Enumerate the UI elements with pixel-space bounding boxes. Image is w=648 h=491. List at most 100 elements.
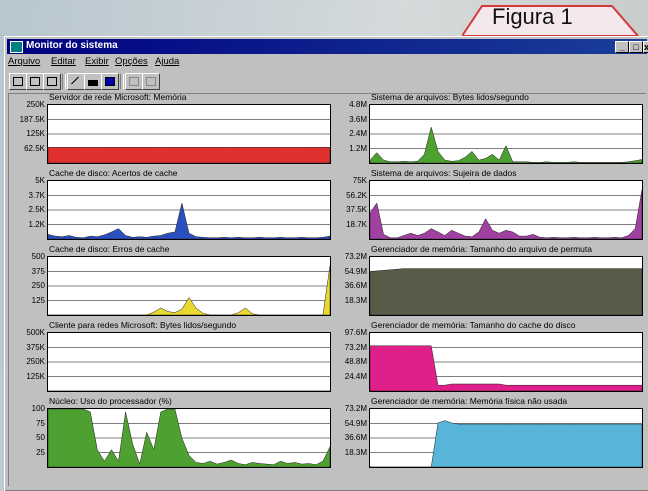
series-area — [370, 345, 642, 391]
y-tick-label: 125 — [31, 295, 45, 305]
y-tick-label: 75 — [36, 418, 45, 428]
system-monitor-window: Monitor do sistema _ □ x Arquivo Editar … — [4, 36, 648, 491]
area-chart-icon[interactable] — [67, 73, 85, 90]
close-button[interactable]: x — [643, 41, 648, 53]
chart-svg — [48, 195, 330, 239]
y-tick-label: 73.2M — [344, 342, 367, 352]
chart-plot[interactable] — [369, 408, 643, 468]
toolbar — [7, 71, 647, 91]
delete-icon[interactable] — [142, 73, 160, 90]
y-tick-label: 250 — [31, 281, 45, 290]
window-title: Monitor do sistema — [26, 40, 118, 51]
y-tick-label: 25 — [36, 447, 45, 457]
y-tick-label: 4.8M — [349, 100, 367, 109]
chart-panel: Cache de disco: Erros de cache 500 375 250 1… — [11, 244, 331, 316]
status-bar — [8, 486, 645, 490]
chart-panel: Gerenciador de memória: Tamanho do cache… — [327, 320, 643, 392]
toolbar-separator — [62, 74, 66, 89]
y-tick-label: 36.6M — [344, 281, 367, 290]
series-area — [48, 265, 330, 315]
chart-title: Gerenciador de memória: Memória física n… — [371, 396, 568, 406]
chart-svg — [370, 420, 642, 467]
chart-title: Gerenciador de memória: Tamanho do cache… — [371, 320, 576, 330]
chart-title: Sistema de arquivos: Sujeira de dados — [371, 168, 517, 178]
chart-svg — [48, 409, 330, 467]
chart-plot[interactable] — [47, 332, 331, 392]
y-tick-label: 1.2K — [28, 219, 45, 229]
y-tick-label: 375 — [31, 266, 45, 276]
y-tick-label: 125K — [26, 129, 45, 138]
chart-svg — [370, 189, 642, 239]
copy-icon[interactable] — [26, 73, 44, 90]
y-tick-label: 18.3M — [344, 295, 367, 305]
chart-plot[interactable] — [369, 256, 643, 316]
y-tick-label: 54.9M — [344, 418, 367, 428]
y-tick-label: 2.4M — [349, 129, 367, 138]
minimize-button[interactable]: _ — [615, 41, 629, 53]
y-tick-label: 375K — [26, 342, 45, 352]
chart-plot[interactable] — [47, 408, 331, 468]
y-tick-label: 37.5K — [346, 205, 367, 214]
y-tick-label: 5K — [35, 176, 45, 185]
chart-title: Núcleo: Uso do processador (%) — [49, 396, 172, 406]
series-area — [370, 420, 642, 467]
chart-panel: Cliente para redes Microsoft: Bytes lido… — [11, 320, 331, 392]
chart-plot[interactable] — [47, 256, 331, 316]
y-tick-label: 75K — [352, 176, 367, 185]
chart-title: Gerenciador de memória: Tamanho do arqui… — [371, 244, 592, 254]
chart-plot[interactable] — [369, 332, 643, 392]
y-tick-label: 2.5K — [28, 205, 45, 214]
y-tick-label: 48.8M — [344, 357, 367, 366]
chart-svg — [48, 265, 330, 315]
y-tick-label: 3.6M — [349, 114, 367, 124]
edit-icon[interactable] — [125, 73, 143, 90]
chart-plot[interactable] — [369, 180, 643, 240]
y-tick-label: 18.7K — [346, 219, 367, 229]
chart-panel: Núcleo: Uso do processador (%) 100 75 50 25 — [11, 396, 331, 468]
figure-label: Figura 1 — [492, 4, 573, 29]
chart-panel: Gerenciador de memória: Memória física n… — [327, 396, 643, 468]
y-tick-label: 500K — [26, 328, 45, 337]
chart-title: Cache de disco: Acertos de cache — [49, 168, 178, 178]
chart-plot[interactable] — [47, 104, 331, 164]
menu-editar[interactable]: Editar — [51, 56, 76, 67]
chart-svg — [370, 268, 642, 315]
chart-svg — [48, 119, 330, 163]
chart-title: Sistema de arquivos: Bytes lidos/segundo — [371, 92, 529, 102]
y-tick-label: 36.6M — [344, 433, 367, 442]
chart-svg — [370, 119, 642, 163]
chart-panel: Cache de disco: Acertos de cache 5K 3.7K 2.… — [11, 168, 331, 240]
y-tick-label: 250K — [26, 357, 45, 366]
chart-title: Cliente para redes Microsoft: Bytes lido… — [49, 320, 237, 330]
app-icon — [10, 41, 23, 53]
new-icon[interactable] — [9, 73, 27, 90]
bar-chart-icon[interactable] — [84, 73, 102, 90]
series-area — [48, 202, 330, 239]
series-area — [370, 189, 642, 239]
chart-svg — [48, 347, 330, 391]
y-tick-label: 500 — [31, 252, 45, 261]
y-tick-label: 18.3M — [344, 447, 367, 457]
y-tick-label: 56.2K — [346, 190, 367, 200]
y-tick-label: 73.2M — [344, 252, 367, 261]
menu-arquivo[interactable]: Arquivo — [8, 56, 40, 67]
chart-panel: Servidor de rede Microsoft: Memória 250K 1… — [11, 92, 331, 164]
menu-exibir[interactable]: Exibir — [85, 56, 109, 67]
chart-title: Cache de disco: Erros de cache — [49, 244, 170, 254]
menu-ajuda[interactable]: Ajuda — [155, 56, 179, 67]
chart-svg — [370, 345, 642, 391]
remove-icon[interactable] — [43, 73, 61, 90]
chart-plot[interactable] — [47, 180, 331, 240]
title-bar[interactable]: Monitor do sistema _ □ x — [7, 39, 648, 54]
chart-plot[interactable] — [369, 104, 643, 164]
menu-opcoes[interactable]: Opções — [115, 56, 148, 67]
maximize-button[interactable]: □ — [629, 41, 643, 53]
series-area — [370, 126, 642, 163]
numeric-icon[interactable] — [101, 73, 119, 90]
y-tick-label: 250K — [26, 100, 45, 109]
chart-title: Servidor de rede Microsoft: Memória — [49, 92, 187, 102]
chart-panel: Gerenciador de memória: Tamanho do arqui… — [327, 244, 643, 316]
y-tick-label: 73.2M — [344, 404, 367, 413]
y-tick-label: 100 — [31, 404, 45, 413]
chart-panel: Sistema de arquivos: Bytes lidos/segundo… — [327, 92, 643, 164]
